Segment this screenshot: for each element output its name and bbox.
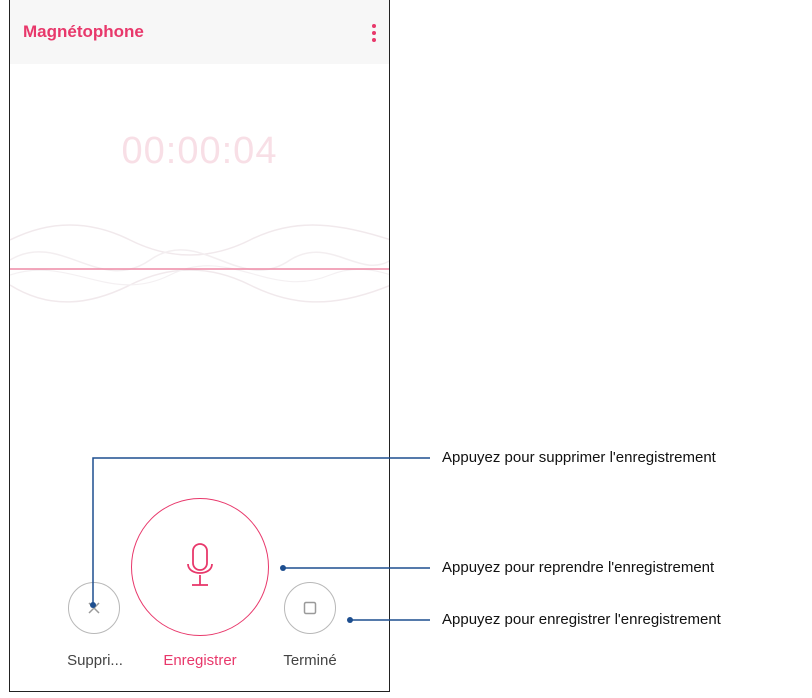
delete-label: Suppri... (67, 652, 123, 669)
done-button[interactable] (284, 582, 336, 634)
phone-screen: Magnétophone 00:00:04 Suppri... Enregist… (9, 0, 390, 692)
microphone-icon (187, 543, 213, 586)
record-label: Enregistrer (163, 652, 237, 669)
manual-page: Magnétophone 00:00:04 Suppri... Enregist… (0, 0, 812, 698)
wave-icon (10, 224, 389, 303)
callout-delete: Appuyez pour supprimer l'enregistrement (442, 449, 716, 466)
more-vert-icon[interactable] (369, 22, 379, 44)
record-button[interactable] (131, 498, 269, 636)
app-bar: Magnétophone (10, 0, 389, 64)
close-icon (88, 602, 100, 614)
callout-save: Appuyez pour enregistrer l'enregistremen… (442, 611, 721, 628)
app-title: Magnétophone (23, 22, 144, 41)
done-label: Terminé (283, 652, 337, 669)
callout-resume: Appuyez pour reprendre l'enregistrement (442, 559, 715, 576)
delete-button[interactable] (68, 582, 120, 634)
elapsed-time: 00:00:04 (121, 130, 278, 172)
stop-icon (303, 601, 317, 615)
